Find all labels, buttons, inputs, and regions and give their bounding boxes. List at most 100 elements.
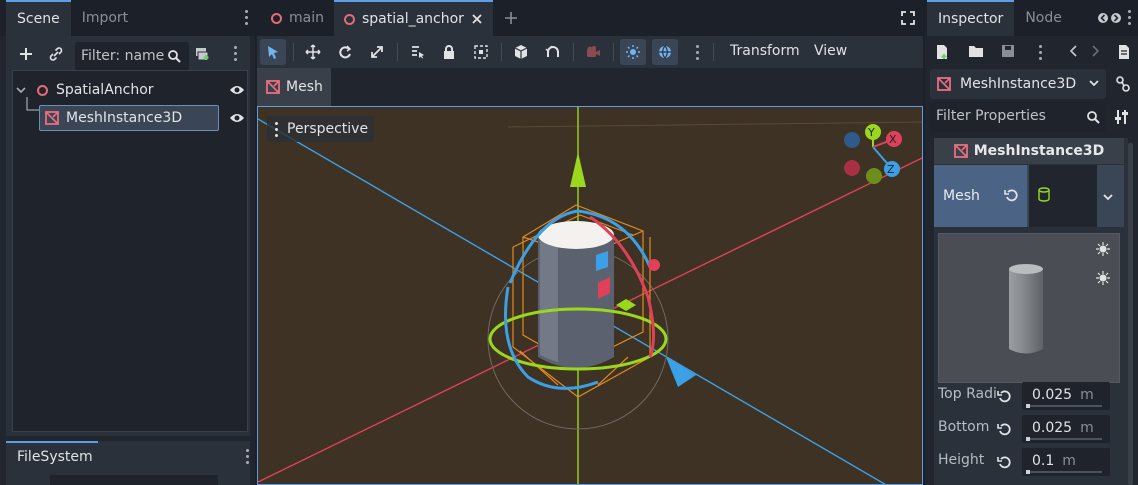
group-icon (474, 45, 488, 59)
property-top-radius: Top Radi 0.025 m (934, 380, 1124, 412)
list-icon (412, 46, 424, 59)
top-radius-spinbox[interactable]: 0.025 m (1022, 382, 1110, 410)
value-text: 0.1 (1032, 453, 1055, 469)
visibility-eye-icon[interactable] (229, 111, 245, 125)
new-resource-icon[interactable] (935, 44, 949, 60)
move-tool-button[interactable] (300, 39, 326, 65)
link-icon[interactable] (46, 44, 66, 64)
value-text: 0.025 (1032, 420, 1073, 436)
revert-icon[interactable] (997, 422, 1011, 436)
group-button[interactable] (468, 39, 494, 65)
preview-environment-button[interactable] (652, 39, 678, 65)
history-back-icon[interactable] (1068, 44, 1078, 58)
scale-icon (371, 46, 383, 58)
tab-node[interactable]: Node (1014, 0, 1073, 36)
tree-item-meshinstance3d[interactable]: MeshInstance3D (39, 105, 219, 131)
object-history-icon[interactable] (1117, 44, 1131, 60)
value-slider[interactable] (1026, 404, 1102, 408)
transform-menu[interactable]: Transform (730, 43, 800, 59)
visibility-eye-icon[interactable] (229, 83, 245, 97)
add-node-icon[interactable] (16, 44, 36, 64)
scene-tab-main[interactable]: main (261, 0, 334, 36)
tab-filesystem[interactable]: FileSystem (6, 441, 98, 471)
lock-icon (444, 45, 454, 59)
tab-import[interactable]: Import (71, 0, 139, 36)
preview-menu-icon[interactable] (696, 45, 700, 63)
revert-icon[interactable] (1004, 188, 1018, 202)
local-space-button[interactable] (508, 39, 534, 65)
light1-toggle-icon[interactable] (1096, 242, 1110, 256)
perspective-label: Perspective (287, 121, 369, 137)
close-icon[interactable] (471, 13, 483, 25)
instance-scene-icon[interactable] (192, 44, 212, 64)
value-slider[interactable] (1026, 470, 1102, 474)
search-icon (1086, 110, 1100, 124)
unit-text: m (1080, 387, 1094, 403)
kebab-icon (275, 121, 279, 137)
viewport-scene[interactable] (258, 107, 923, 485)
inspector-header-label: MeshInstance3D (973, 143, 1105, 159)
distraction-free-icon[interactable] (900, 10, 916, 26)
left-dock-menu-icon[interactable] (245, 10, 249, 28)
rotate-tool-button[interactable] (332, 39, 358, 65)
revert-icon[interactable] (997, 389, 1011, 403)
chevron-down-icon[interactable] (15, 84, 27, 96)
value-text: 0.025 (1032, 387, 1073, 403)
property-label: Top Radi (938, 386, 997, 402)
revert-icon[interactable] (997, 455, 1011, 469)
inspector-body: MeshInstance3D Mesh Top Radi 0.025 m Bot… (934, 138, 1128, 485)
cube-icon (514, 45, 528, 59)
property-height: Height 0.1 m (934, 446, 1124, 478)
3d-viewport[interactable]: Y X Z Perspective (257, 106, 923, 485)
preview-sun-button[interactable] (620, 39, 646, 65)
camera-preview-button[interactable] (580, 39, 606, 65)
property-filter-input[interactable]: Filter Properties (930, 102, 1106, 132)
bottom-radius-spinbox[interactable]: 0.025 m (1022, 415, 1110, 443)
snap-button[interactable] (540, 39, 566, 65)
cursor-icon (268, 46, 278, 59)
tree-item-label: MeshInstance3D (66, 110, 183, 126)
inspector-header: MeshInstance3D (934, 138, 1124, 164)
add-scene-tab-button[interactable] (493, 0, 529, 36)
tab-label: spatial_anchor (361, 11, 464, 27)
y-arrow (570, 152, 586, 187)
tab-inspector[interactable]: Inspector (927, 0, 1015, 36)
view-menu[interactable]: View (814, 43, 847, 59)
mesh-resource-picker[interactable] (1029, 165, 1097, 227)
chevron-down-icon[interactable] (1102, 193, 1114, 203)
scene-tab-spatial-anchor[interactable]: spatial_anchor (333, 0, 493, 36)
scale-tool-button[interactable] (364, 39, 390, 65)
open-folder-icon[interactable] (968, 44, 984, 58)
right-dock-menu-icon[interactable] (1128, 10, 1132, 28)
perspective-menu-button[interactable]: Perspective (267, 116, 375, 142)
x-handle (648, 259, 660, 271)
mesh-instance-icon (45, 111, 59, 125)
center-panel: main spatial_anchor Transform View Mesh … (257, 0, 923, 485)
resource-menu-icon[interactable] (1039, 45, 1043, 63)
select-tool-button[interactable] (260, 39, 286, 65)
height-spinbox[interactable]: 0.1 m (1022, 448, 1110, 476)
scene-ring-icon (271, 12, 282, 24)
save-icon[interactable] (1001, 44, 1015, 58)
unit-text: m (1080, 420, 1094, 436)
filesystem-menu-icon[interactable] (246, 449, 250, 467)
value-slider[interactable] (1026, 437, 1102, 441)
scene-tabs: main spatial_anchor (257, 0, 923, 36)
tab-scene[interactable]: Scene (6, 0, 71, 36)
light2-toggle-icon[interactable] (1096, 271, 1110, 285)
mesh-menu-button[interactable]: Mesh (257, 68, 331, 106)
cylinder-mesh-icon (1038, 187, 1050, 202)
lock-button[interactable] (436, 39, 462, 65)
property-label: Height (938, 452, 985, 468)
node-selector[interactable]: MeshInstance3D (930, 69, 1106, 99)
list-select-button[interactable] (404, 39, 430, 65)
dock-arrows-icon[interactable] (1097, 12, 1123, 24)
property-label: Bottom (938, 419, 990, 435)
inspector-scrollbar[interactable] (1128, 143, 1133, 485)
scene-menu-icon[interactable] (234, 46, 238, 64)
history-forward-icon[interactable] (1091, 44, 1101, 58)
filesystem-path-field[interactable] (50, 475, 218, 485)
node-tools-icon[interactable] (1114, 74, 1132, 94)
cylinder-preview-image (1009, 264, 1043, 354)
property-settings-icon[interactable] (1114, 108, 1130, 126)
